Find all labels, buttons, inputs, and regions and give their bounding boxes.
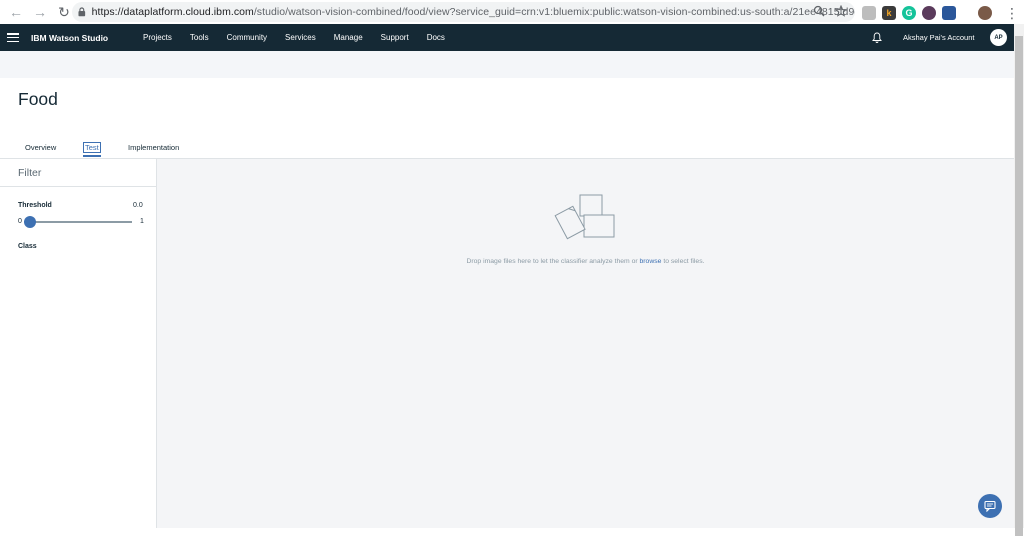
notification-bell-icon[interactable] <box>872 32 882 43</box>
divider <box>0 186 156 187</box>
user-avatar[interactable]: AP <box>990 29 1007 46</box>
nav-community[interactable]: Community <box>227 33 267 42</box>
browser-toolbar: ← → ↻ https://dataplatform.cloud.ibm.com… <box>0 0 1024 24</box>
extensions-bar: k G ⋮ <box>862 3 1022 23</box>
tab-bar: Overview Test Implementation <box>0 139 1014 159</box>
threshold-slider-thumb[interactable] <box>24 216 36 228</box>
threshold-label: Threshold <box>18 202 52 209</box>
hamburger-menu-icon[interactable] <box>7 33 19 42</box>
nav-projects[interactable]: Projects <box>143 33 172 42</box>
address-bar[interactable]: https://dataplatform.cloud.ibm.com/studi… <box>72 2 855 22</box>
reload-icon[interactable]: ↻ <box>54 2 74 22</box>
browse-link[interactable]: browse <box>640 258 662 265</box>
browser-menu-icon[interactable]: ⋮ <box>1002 3 1022 23</box>
filter-title: Filter <box>18 167 42 179</box>
image-files-icon <box>554 194 615 240</box>
extension-circle-icon[interactable] <box>922 6 936 20</box>
class-label: Class <box>18 243 37 250</box>
top-navigation: Projects Tools Community Services Manage… <box>143 24 463 51</box>
nav-tools[interactable]: Tools <box>190 33 209 42</box>
chat-icon <box>984 500 996 512</box>
nav-docs[interactable]: Docs <box>427 33 445 42</box>
tab-overview[interactable]: Overview <box>25 143 56 152</box>
active-tab-indicator <box>83 155 101 157</box>
extension-screen-icon[interactable] <box>862 6 876 20</box>
back-icon[interactable]: ← <box>6 2 26 22</box>
slider-min-label: 0 <box>18 218 22 225</box>
url-host: https://dataplatform.cloud.ibm.com <box>91 6 254 18</box>
extension-k-icon[interactable]: k <box>882 6 896 20</box>
extension-grammarly-icon[interactable]: G <box>902 6 916 20</box>
brand-logo[interactable]: IBM Watson Studio <box>31 33 108 43</box>
threshold-value: 0.0 <box>133 202 143 209</box>
drop-text-before: Drop image files here to let the classif… <box>466 258 640 265</box>
forward-icon[interactable]: → <box>30 2 50 22</box>
extension-grid-icon[interactable] <box>942 6 956 20</box>
threshold-slider-track[interactable] <box>29 221 132 223</box>
star-icon[interactable] <box>835 5 847 17</box>
nav-manage[interactable]: Manage <box>334 33 363 42</box>
page-title: Food <box>18 89 58 109</box>
nav-support[interactable]: Support <box>381 33 409 42</box>
slider-max-label: 1 <box>140 218 144 225</box>
page-scrollbar[interactable] <box>1014 24 1024 536</box>
app-header: IBM Watson Studio Projects Tools Communi… <box>0 24 1014 51</box>
zoom-icon[interactable] <box>813 5 825 17</box>
nav-services[interactable]: Services <box>285 33 316 42</box>
url-path: /studio/watson-vision-combined/food/view… <box>253 6 855 18</box>
dropzone-instructions: Drop image files here to let the classif… <box>157 258 1014 265</box>
top-strip <box>0 51 1014 78</box>
url-text: https://dataplatform.cloud.ibm.com/studi… <box>92 6 855 18</box>
lock-icon <box>78 7 86 17</box>
account-name[interactable]: Akshay Pai's Account <box>903 33 974 42</box>
tab-test[interactable]: Test <box>83 142 101 153</box>
tab-implementation[interactable]: Implementation <box>128 143 179 152</box>
drop-text-after: to select files. <box>661 258 705 265</box>
scrollbar-thumb[interactable] <box>1015 36 1023 536</box>
profile-avatar-icon[interactable] <box>978 6 992 20</box>
image-dropzone[interactable]: Drop image files here to let the classif… <box>157 159 1014 528</box>
filter-sidebar: Filter Threshold 0.0 0 1 Class <box>0 159 157 528</box>
chat-button[interactable] <box>978 494 1002 518</box>
